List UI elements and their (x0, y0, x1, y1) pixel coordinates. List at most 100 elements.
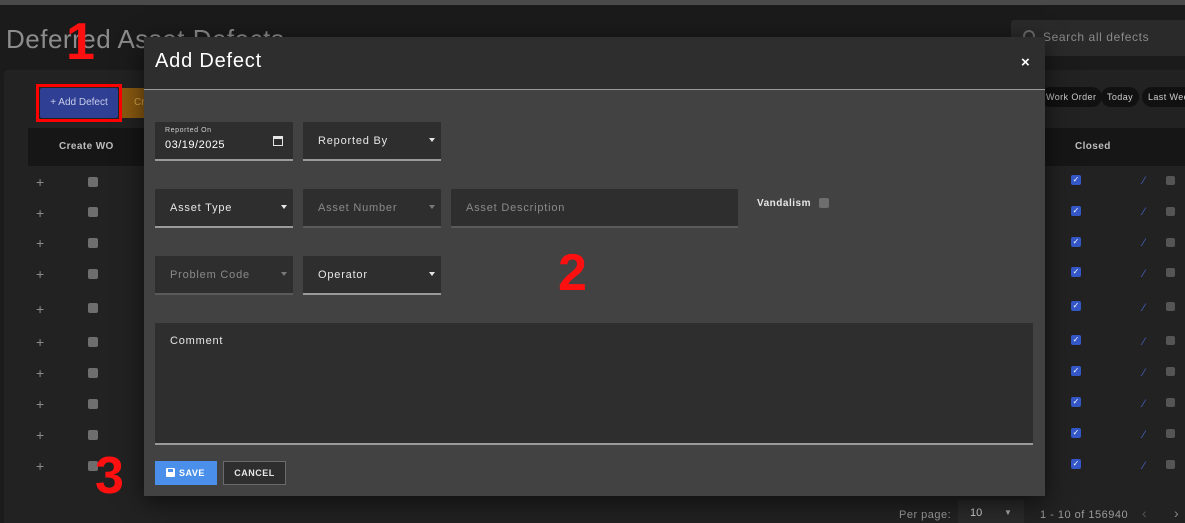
calendar-icon[interactable] (273, 136, 283, 146)
dialog-header: Add Defect × (144, 37, 1045, 90)
expand-row-icon[interactable]: + (36, 365, 44, 381)
lock-icon[interactable] (1166, 268, 1175, 277)
step-marker-1: 1 (66, 13, 95, 71)
reported-by-select[interactable]: Reported By (303, 122, 441, 161)
lock-icon[interactable] (1166, 176, 1175, 185)
edit-icon[interactable]: ⁄ (1143, 367, 1145, 379)
save-label: SAVE (179, 468, 205, 478)
problem-code-label: Problem Code (170, 269, 250, 281)
expand-row-icon[interactable]: + (36, 205, 44, 221)
per-page-label: Per page: (899, 509, 952, 521)
asset-number-select[interactable]: Asset Number (303, 189, 441, 228)
asset-type-select[interactable]: Asset Type (155, 189, 293, 228)
row-checkbox[interactable] (88, 430, 98, 440)
reported-by-label: Reported By (318, 135, 388, 147)
per-page-value: 10 (970, 507, 983, 519)
edit-icon[interactable]: ⁄ (1143, 206, 1145, 218)
comment-label: Comment (170, 335, 224, 347)
prev-page-icon[interactable]: ‹ (1142, 505, 1147, 521)
step-marker-2: 2 (558, 244, 587, 302)
expand-row-icon[interactable]: + (36, 458, 44, 474)
column-header-create-wo[interactable]: Create WO (59, 141, 114, 152)
lock-icon[interactable] (1166, 336, 1175, 345)
expand-row-icon[interactable]: + (36, 396, 44, 412)
edit-icon[interactable]: ⁄ (1143, 336, 1145, 348)
chip-today[interactable]: Today (1101, 87, 1140, 107)
chevron-down-icon: ▼ (1004, 508, 1012, 517)
row-checkbox[interactable] (88, 207, 98, 217)
edit-icon[interactable]: ⁄ (1143, 268, 1145, 280)
reported-on-field[interactable]: Reported On 03/19/2025 (155, 122, 293, 161)
edit-icon[interactable]: ⁄ (1143, 429, 1145, 441)
expand-row-icon[interactable]: + (36, 334, 44, 350)
expand-row-icon[interactable]: + (36, 427, 44, 443)
highlight-box (36, 84, 122, 122)
dialog-title: Add Defect (155, 50, 262, 72)
top-strip (0, 0, 1185, 5)
closed-checkbox[interactable]: ✓ (1071, 206, 1081, 216)
closed-checkbox[interactable]: ✓ (1071, 237, 1081, 247)
closed-checkbox[interactable]: ✓ (1071, 335, 1081, 345)
pagination-range: 1 - 10 of 156940 (1040, 509, 1129, 521)
problem-code-select[interactable]: Problem Code (155, 256, 293, 295)
per-page-select[interactable]: 10 ▼ (958, 500, 1024, 523)
asset-number-label: Asset Number (318, 202, 398, 214)
lock-icon[interactable] (1166, 460, 1175, 469)
closed-checkbox[interactable]: ✓ (1071, 301, 1081, 311)
lock-icon[interactable] (1166, 429, 1175, 438)
step-marker-3: 3 (95, 447, 124, 505)
add-defect-dialog: Add Defect × Reported On 03/19/2025 Repo… (144, 37, 1045, 496)
row-checkbox[interactable] (88, 177, 98, 187)
closed-checkbox[interactable]: ✓ (1071, 428, 1081, 438)
vandalism-checkbox[interactable] (819, 198, 829, 208)
edit-icon[interactable]: ⁄ (1143, 398, 1145, 410)
column-header-closed[interactable]: Closed (1075, 141, 1111, 152)
lock-icon[interactable] (1166, 207, 1175, 216)
operator-label: Operator (318, 269, 368, 281)
lock-icon[interactable] (1166, 367, 1175, 376)
expand-row-icon[interactable]: + (36, 235, 44, 251)
search-input[interactable]: Search all defects (1043, 30, 1149, 44)
next-page-icon[interactable]: › (1174, 505, 1179, 521)
asset-type-label: Asset Type (170, 202, 233, 214)
asset-description-label: Asset Description (466, 202, 566, 214)
operator-select[interactable]: Operator (303, 256, 441, 295)
row-checkbox[interactable] (88, 399, 98, 409)
lock-icon[interactable] (1166, 238, 1175, 247)
edit-icon[interactable]: ⁄ (1143, 460, 1145, 472)
chevron-down-icon (429, 272, 435, 276)
chevron-down-icon (281, 272, 287, 276)
save-button[interactable]: SAVE (155, 461, 217, 485)
row-checkbox[interactable] (88, 269, 98, 279)
row-checkbox[interactable] (88, 368, 98, 378)
row-checkbox[interactable] (88, 337, 98, 347)
row-checkbox[interactable] (88, 238, 98, 248)
expand-row-icon[interactable]: + (36, 174, 44, 190)
cancel-button[interactable]: CANCEL (223, 461, 286, 485)
chip-last-week[interactable]: Last Week (1142, 87, 1185, 107)
lock-icon[interactable] (1166, 398, 1175, 407)
closed-checkbox[interactable]: ✓ (1071, 267, 1081, 277)
save-icon (166, 468, 175, 477)
expand-row-icon[interactable]: + (36, 266, 44, 282)
closed-checkbox[interactable]: ✓ (1071, 397, 1081, 407)
comment-textarea[interactable]: Comment (155, 323, 1033, 445)
chevron-down-icon (429, 138, 435, 142)
chip-work-order[interactable]: Work Order (1040, 87, 1103, 107)
closed-checkbox[interactable]: ✓ (1071, 459, 1081, 469)
chevron-down-icon (429, 205, 435, 209)
expand-row-icon[interactable]: + (36, 301, 44, 317)
reported-on-label: Reported On (165, 127, 212, 134)
vandalism-label: Vandalism (757, 198, 811, 209)
close-icon[interactable]: × (1021, 54, 1030, 71)
edit-icon[interactable]: ⁄ (1143, 302, 1145, 314)
lock-icon[interactable] (1166, 302, 1175, 311)
reported-on-value[interactable]: 03/19/2025 (165, 139, 225, 151)
closed-checkbox[interactable]: ✓ (1071, 175, 1081, 185)
closed-checkbox[interactable]: ✓ (1071, 366, 1081, 376)
asset-description-input[interactable]: Asset Description (451, 189, 738, 228)
page: Deferred Asset Defects Search all defect… (0, 0, 1185, 523)
edit-icon[interactable]: ⁄ (1143, 175, 1145, 187)
edit-icon[interactable]: ⁄ (1143, 237, 1145, 249)
row-checkbox[interactable] (88, 303, 98, 313)
